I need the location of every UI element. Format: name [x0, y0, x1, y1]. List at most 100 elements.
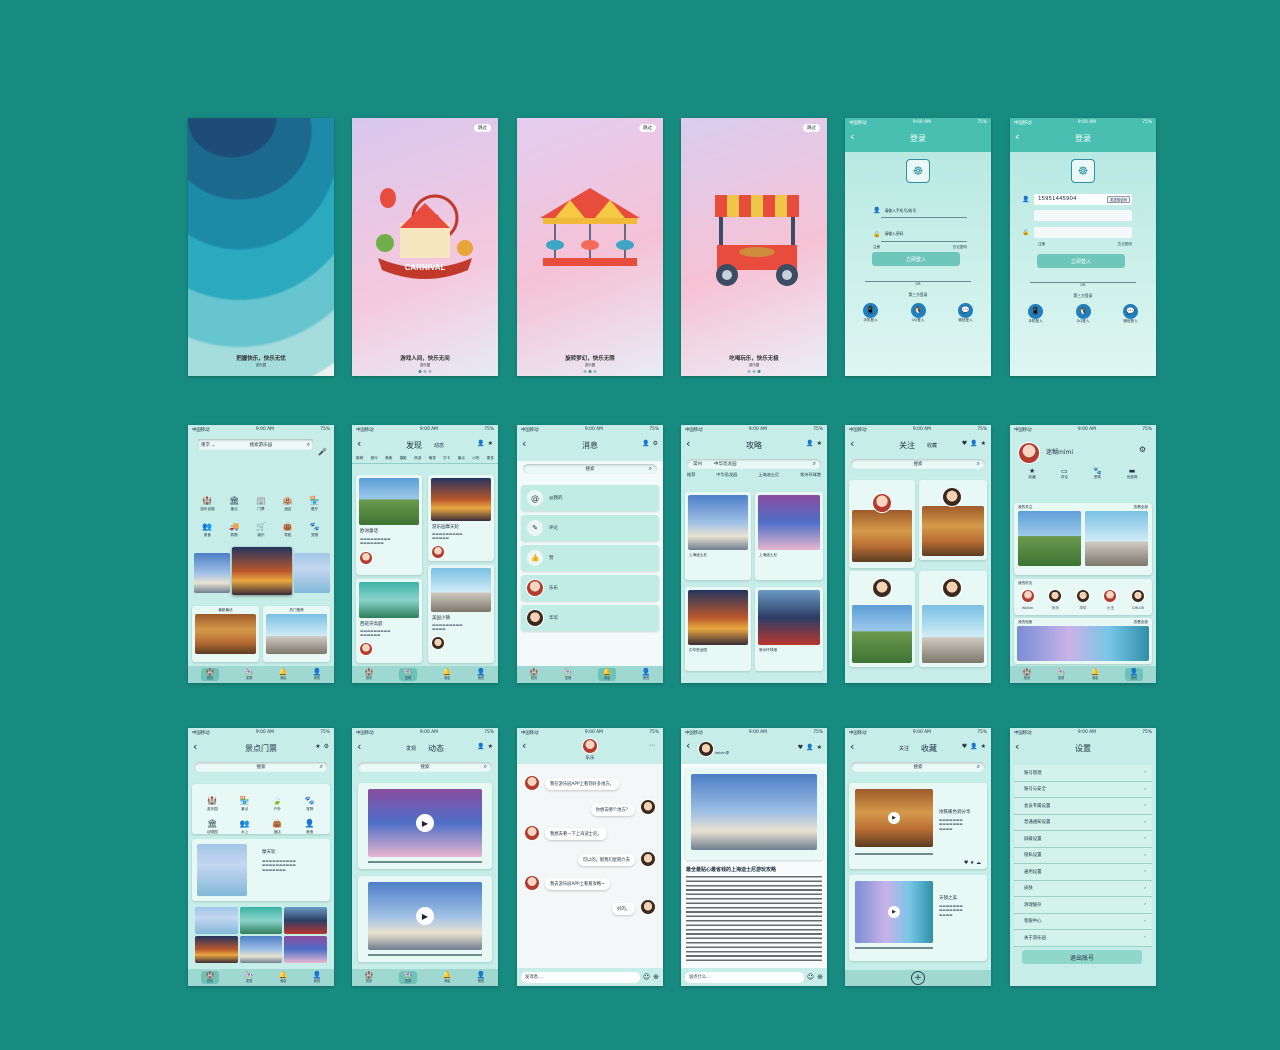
emoji-icon[interactable]: ☺	[807, 973, 814, 981]
photo[interactable]	[195, 936, 238, 963]
photo[interactable]	[239, 936, 283, 963]
back-icon[interactable]: ‹	[686, 740, 690, 752]
settings-row[interactable]: 账号管理 ›	[1014, 765, 1152, 782]
gear-icon[interactable]: ⚙	[1139, 445, 1146, 454]
skip-button[interactable]: 跳过	[803, 124, 820, 132]
tab-dynamic[interactable]: 动态	[434, 442, 444, 449]
password-input[interactable]: 请输入密码	[884, 231, 903, 237]
category-scenic[interactable]: 🏪 景点	[229, 788, 262, 811]
login-submit-button[interactable]: 立即登入	[872, 252, 960, 266]
settings-row[interactable]: 通用设置 ›	[1014, 864, 1152, 881]
tab-discover[interactable]: 🎠 发现	[1057, 669, 1066, 681]
register-link[interactable]: 注册	[1038, 242, 1045, 247]
search-icon[interactable]: ⌕	[307, 441, 310, 449]
category-food[interactable]: 👤 美食	[294, 811, 327, 834]
tab-messages[interactable]: 🔔 消息	[443, 972, 452, 984]
heart-icon[interactable]: ♥	[962, 440, 967, 447]
more-icon[interactable]: ⋯	[649, 742, 655, 749]
settings-row[interactable]: 会员专属设置 ›	[1014, 798, 1152, 815]
city-selector[interactable]: 南京 ⌄	[201, 442, 215, 448]
emoji-icon[interactable]: ☺	[643, 973, 650, 981]
heart-icon[interactable]: ♥	[962, 743, 967, 750]
person-icon[interactable]: 👤	[477, 440, 484, 447]
feature-card[interactable]: 摩天轮 ▬▬▬▬▬▬▬▬▬▬ ▬▬▬▬▬▬▬▬▬▬ ▬▬▬▬▬▬▬	[192, 839, 330, 901]
register-link[interactable]: 注册	[873, 245, 880, 250]
star-icon[interactable]: ★	[981, 440, 986, 447]
tab-messages[interactable]: 🔔 消息	[279, 669, 288, 681]
tab-profile[interactable]: 👤 我的	[477, 669, 486, 681]
password-field[interactable]	[1034, 227, 1132, 238]
category-pets[interactable]: 🐾 宠物	[294, 788, 327, 811]
star-icon[interactable]: ★	[315, 743, 320, 750]
add-icon[interactable]: ⊕	[653, 973, 659, 981]
settings-row[interactable]: 普通通知设置 ›	[1014, 814, 1152, 831]
qq-login-button[interactable]: 🐧 QQ登入	[910, 303, 926, 322]
stat-pets[interactable]: 🐾 宠物	[1093, 467, 1102, 479]
person-icon[interactable]: 👤	[477, 743, 484, 750]
category-water[interactable]: 👥 水上	[229, 811, 262, 834]
search-input[interactable]: 搜索 ⌕	[523, 464, 657, 474]
tab-home[interactable]: 🏰 首页	[200, 668, 220, 681]
tab-profile[interactable]: 👤 我的	[1124, 668, 1144, 681]
my-follow-section[interactable]: 我的关注 查看全部	[1014, 503, 1152, 575]
back-icon[interactable]: ‹	[1015, 741, 1019, 753]
tab-profile[interactable]: 👤 我的	[477, 972, 486, 984]
photo[interactable]	[284, 936, 327, 963]
banner-carousel[interactable]	[190, 547, 332, 599]
code-field[interactable]	[1034, 210, 1132, 221]
search-input[interactable]: 搜索游乐园	[219, 442, 302, 448]
tab-profile[interactable]: 👤 我的	[313, 972, 322, 984]
guide-card[interactable]: 上海迪士尼	[755, 492, 823, 580]
back-icon[interactable]: ‹	[193, 741, 197, 753]
settings-row[interactable]: 清理缓存 ›	[1014, 897, 1152, 914]
microphone-icon[interactable]: 🎤	[318, 448, 327, 457]
logout-button[interactable]: 退出账号	[1022, 950, 1142, 964]
play-icon[interactable]: ▶	[888, 812, 900, 824]
list-item[interactable]: ✎ 评论	[521, 515, 659, 541]
forgot-link[interactable]: 忘记密码	[1118, 242, 1132, 247]
stat-collect[interactable]: ★ 收藏	[1029, 467, 1036, 479]
search-input[interactable]: 搜索 ⌕	[851, 762, 985, 772]
tab-discover[interactable]: 发现	[406, 745, 416, 752]
video-card[interactable]: ▶	[358, 783, 492, 869]
category-restaurant[interactable]: 🏪 餐厅	[301, 488, 328, 511]
author-avatar[interactable]	[699, 742, 713, 756]
favorite-item[interactable]: ▶ 地铁暖色调分享 ▬▬▬▬▬▬▬ ▬▬▬▬▬▬▬ ▬▬▬▬ ♥ ★ ☁	[849, 783, 987, 869]
photo[interactable]	[195, 907, 238, 934]
search-input[interactable]: 搜索 ⌕	[358, 762, 492, 772]
follow-title[interactable]: 关注	[899, 440, 915, 451]
category-outdoor[interactable]: 🍃 户外	[261, 788, 294, 811]
city-selector[interactable]: 常州	[693, 461, 702, 467]
category-scenic[interactable]: 🏛 景点	[221, 488, 248, 511]
person-icon[interactable]: 👤	[642, 440, 649, 447]
post-card[interactable]: 游乐园摩天轮 ▬▬▬▬▬▬▬▬▬ ▬▬▬▬▬	[428, 475, 494, 561]
article-image-card[interactable]	[685, 768, 823, 860]
comment-input[interactable]: 说点什么...	[685, 971, 804, 983]
back-icon[interactable]: ‹	[850, 741, 854, 753]
photo[interactable]	[239, 907, 283, 934]
login-submit-button[interactable]: 立即登入	[1037, 254, 1125, 268]
video-progress[interactable]	[368, 954, 482, 956]
tab-discover[interactable]: 🎠 发现	[245, 972, 254, 984]
tab-profile[interactable]: 👤 我的	[313, 669, 322, 681]
person-icon[interactable]: 👤	[970, 440, 977, 447]
tab-recommend[interactable]: 推荐	[687, 472, 695, 478]
guide-card[interactable]: 中华恐龙园	[685, 587, 751, 671]
guide-card[interactable]: 常州环球港	[755, 587, 823, 671]
forgot-link[interactable]: 忘记密码	[953, 245, 967, 250]
tab-collect[interactable]: 收藏	[927, 442, 937, 449]
play-icon[interactable]: ▶	[416, 814, 434, 832]
photo[interactable]	[284, 907, 327, 934]
message-input[interactable]: 发消息...	[521, 971, 640, 983]
category-hotel[interactable]: 👜 酒店	[261, 811, 294, 834]
video-card[interactable]: ▶	[358, 876, 492, 962]
person-icon[interactable]: 👤	[806, 440, 813, 447]
wechat-login-button[interactable]: 💬 微信登入	[1123, 304, 1138, 323]
qq-login-button[interactable]: 🐧 QQ登入	[1075, 304, 1091, 323]
favorite-item[interactable]: ▶ 天镜之美 ▬▬▬▬▬▬▬ ▬▬▬▬▬▬▬ ▬▬▬▬	[849, 875, 987, 961]
back-icon[interactable]: ‹	[357, 438, 361, 450]
user-avatar[interactable]	[1019, 443, 1039, 463]
settings-row[interactable]: 屏蔽设置 ›	[1014, 831, 1152, 848]
search-input[interactable]: 搜索 ⌕	[851, 459, 985, 469]
settings-row[interactable]: 客服中心 ›	[1014, 913, 1152, 930]
